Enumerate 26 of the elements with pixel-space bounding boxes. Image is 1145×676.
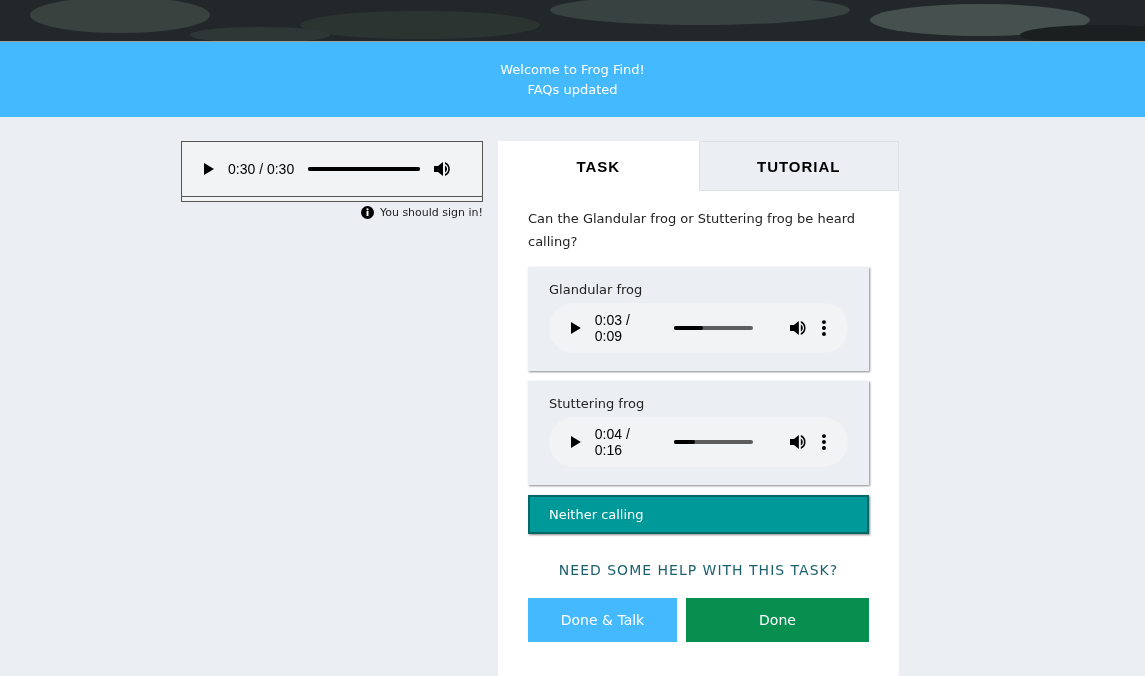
announcement-text: Welcome to Frog Find!: [500, 62, 645, 77]
answer-option[interactable]: Glandular frog 0:03 / 0:09: [528, 267, 869, 371]
progress-fill[interactable]: [673, 440, 696, 444]
answer-label: Stuttering frog: [549, 396, 646, 411]
volume-icon[interactable]: [434, 161, 453, 177]
play-icon[interactable]: [571, 436, 581, 448]
time-text: 0:03 / 0:09: [594, 312, 631, 344]
time-text: 0:04 / 0:16: [594, 426, 631, 458]
announcement-text: FAQs updated: [527, 82, 618, 97]
tab[interactable]: TUTORIAL: [698, 141, 899, 191]
more-options-icon[interactable]: [822, 434, 826, 450]
time-text: 0:30 / 0:30: [228, 161, 295, 177]
info-icon: [360, 206, 374, 219]
done-button[interactable]: Done: [686, 598, 869, 642]
help-link[interactable]: NEED SOME HELP WITH THIS TASK?: [528, 562, 869, 578]
answer-label: Glandular frog: [549, 282, 644, 297]
question-text: Can the Glandular frog or Stuttering frog be heard calling?: [528, 210, 856, 251]
audio-player[interactable]: 0:30 / 0:30: [181, 141, 483, 202]
play-icon[interactable]: [571, 322, 581, 334]
audio-player[interactable]: 0:04 / 0:16: [549, 417, 848, 467]
answer-option[interactable]: Stuttering frog 0:04 / 0:16: [528, 381, 869, 485]
progress-fill[interactable]: [673, 326, 703, 330]
more-options-icon[interactable]: [822, 320, 826, 336]
play-icon[interactable]: [204, 163, 214, 175]
notice-text: You should sign in!: [379, 206, 483, 219]
audio-player[interactable]: 0:03 / 0:09: [549, 303, 848, 353]
